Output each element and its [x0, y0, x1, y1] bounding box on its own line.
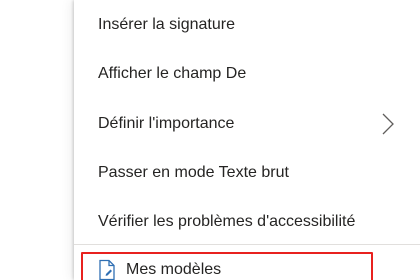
- menu-item-show-from-field[interactable]: Afficher le champ De: [74, 49, 420, 99]
- menu-divider: [74, 244, 420, 245]
- menu-item-label: Définir l'importance: [98, 115, 235, 132]
- menu-item-label: Vérifier les problèmes d'accessibilité: [98, 213, 356, 230]
- highlight-box: [81, 252, 373, 280]
- menu-item-label: Passer en mode Texte brut: [98, 164, 289, 181]
- menu-item-set-importance[interactable]: Définir l'importance: [74, 99, 420, 149]
- menu-item-label: Afficher le champ De: [98, 65, 247, 82]
- chevron-right-icon: [382, 113, 394, 135]
- menu-item-label: Insérer la signature: [98, 16, 235, 33]
- menu-item-insert-signature[interactable]: Insérer la signature: [74, 0, 420, 50]
- menu-item-check-accessibility[interactable]: Vérifier les problèmes d'accessibilité: [74, 197, 420, 247]
- more-options-menu: Insérer la signature Afficher le champ D…: [74, 0, 420, 280]
- app-window: Insérer la signature Afficher le champ D…: [0, 0, 420, 280]
- menu-item-switch-plain-text[interactable]: Passer en mode Texte brut: [74, 148, 420, 198]
